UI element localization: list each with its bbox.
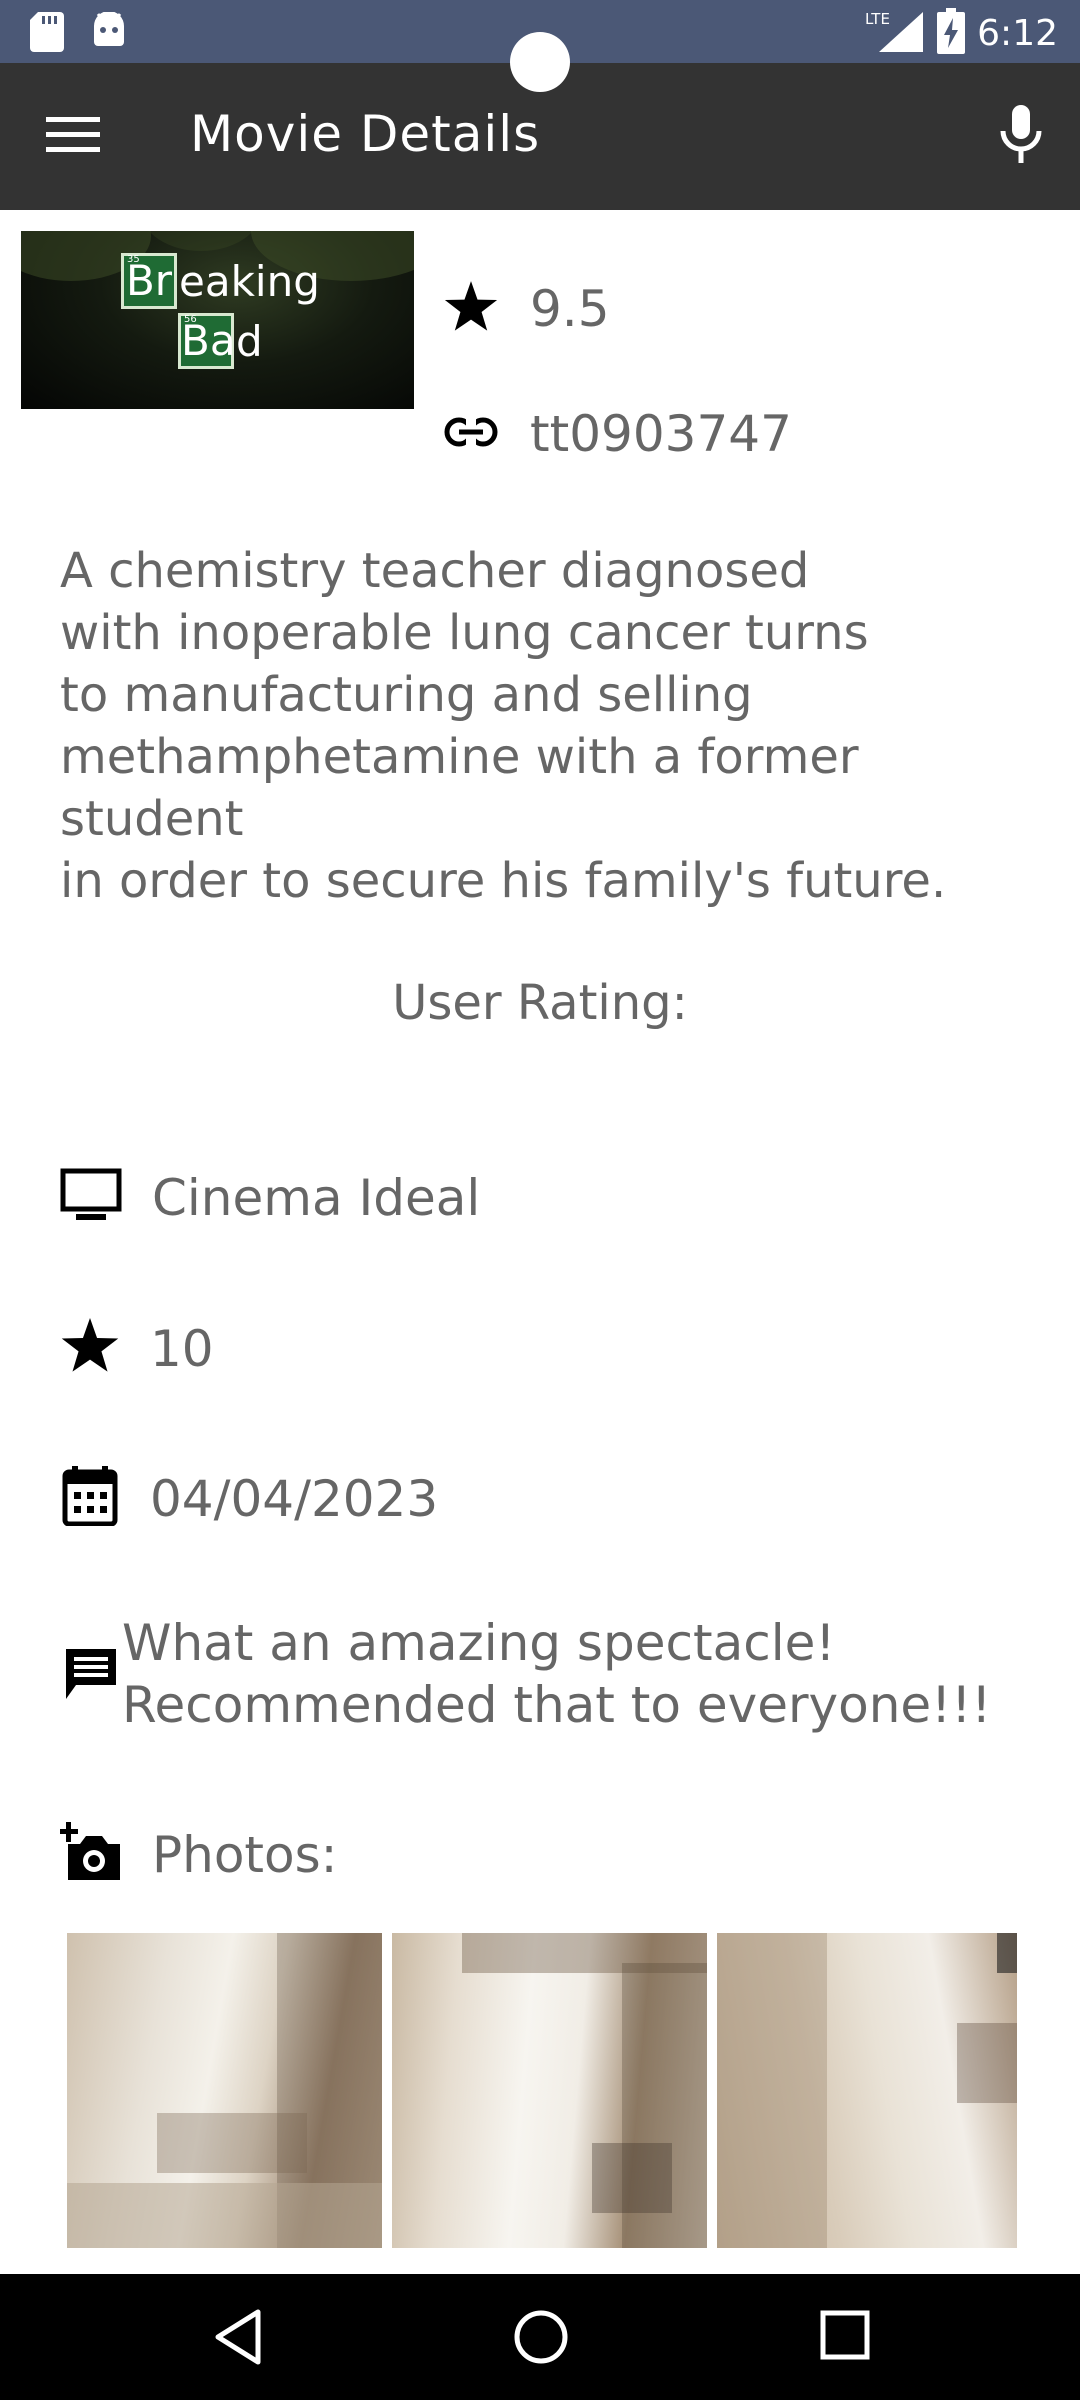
- user-comment: What an amazing spectacle! Recommended t…: [122, 1614, 992, 1734]
- element-box-br: 35 Br: [121, 253, 177, 309]
- menu-icon[interactable]: [46, 115, 100, 160]
- back-icon[interactable]: [210, 2308, 266, 2371]
- cinema-name: Cinema Ideal: [152, 1168, 481, 1227]
- tv-icon: [60, 1168, 122, 1227]
- sd-card-icon: [30, 12, 64, 57]
- cinema-row: Cinema Ideal: [60, 1168, 480, 1227]
- user-score-row: 10: [60, 1318, 214, 1379]
- movie-poster: 35 Br eaking 56 Ba d: [21, 231, 414, 409]
- star-icon: [60, 1318, 120, 1379]
- signal-icon: LTE: [863, 8, 925, 59]
- photo-gallery: [67, 1933, 1017, 2248]
- link-icon: [444, 416, 498, 452]
- page-title: Movie Details: [190, 105, 541, 163]
- network-label: LTE: [865, 10, 890, 28]
- imdb-id-row: tt0903747: [444, 405, 792, 463]
- movie-description: A chemistry teacher diagnosed with inope…: [60, 543, 947, 909]
- star-icon: [444, 280, 498, 338]
- date-row: 04/04/2023: [60, 1466, 438, 1531]
- imdb-id[interactable]: tt0903747: [530, 405, 792, 463]
- home-icon[interactable]: [512, 2308, 570, 2371]
- rating-date: 04/04/2023: [150, 1469, 439, 1528]
- movie-rating-row: 9.5: [444, 280, 610, 338]
- photo-thumbnail[interactable]: [67, 1933, 382, 2248]
- user-rating-label: User Rating:: [392, 975, 688, 1031]
- photo-thumbnail[interactable]: [717, 1933, 1017, 2248]
- poster-logo-line-2: 56 Ba d: [178, 313, 263, 369]
- element-box-ba: 56 Ba: [178, 313, 236, 369]
- photos-row: Photos:: [60, 1822, 338, 1887]
- battery-charging-icon: [937, 8, 966, 59]
- camera-cutout: [510, 32, 570, 92]
- mic-icon[interactable]: [1000, 105, 1042, 170]
- status-time: 6:12: [977, 13, 1058, 54]
- android-icon: [90, 11, 128, 57]
- comment-icon: [62, 1645, 120, 1708]
- navigation-bar: [0, 2274, 1080, 2400]
- user-score: 10: [150, 1319, 214, 1378]
- add-photo-icon[interactable]: [60, 1822, 122, 1887]
- poster-logo-line-1: 35 Br eaking: [121, 253, 320, 309]
- recents-icon[interactable]: [818, 2308, 872, 2367]
- photo-thumbnail[interactable]: [392, 1933, 707, 2248]
- calendar-icon: [60, 1466, 120, 1531]
- photos-label: Photos:: [152, 1825, 338, 1884]
- movie-rating: 9.5: [530, 280, 610, 338]
